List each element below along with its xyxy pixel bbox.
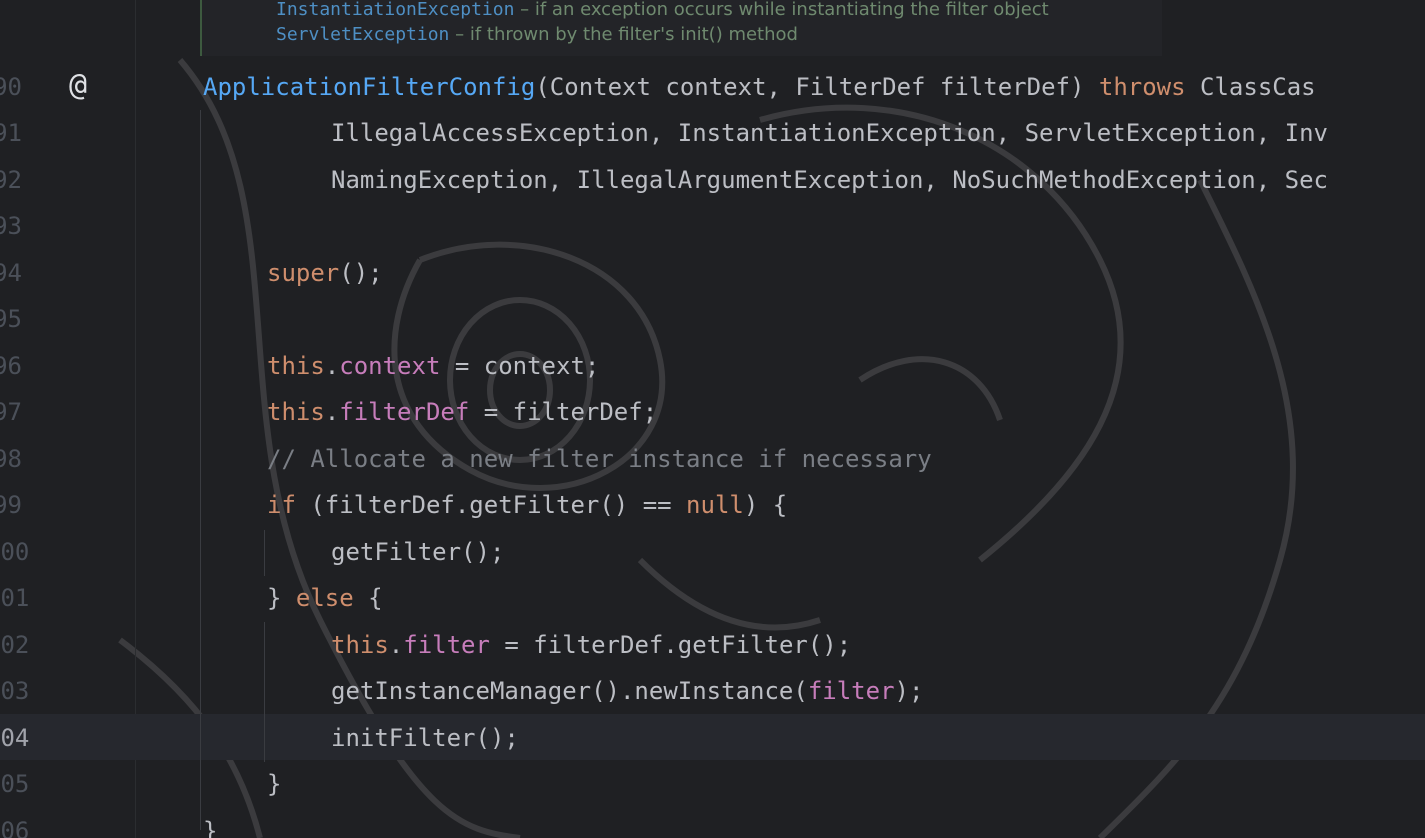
code-editor[interactable]: InstantiationException – if an exception… <box>0 0 1425 838</box>
code-token: filter <box>807 677 895 705</box>
code-text: this.filter = filterDef.getFilter(); <box>331 622 851 668</box>
line-number[interactable]: 99 <box>0 482 22 528</box>
code-token: . <box>388 631 404 659</box>
code-token: = filterDef; <box>469 398 658 426</box>
code-token: else <box>295 584 354 612</box>
code-token: (); <box>339 259 383 287</box>
code-text: initFilter(); <box>331 715 519 761</box>
code-text: } <box>267 761 281 807</box>
javadoc-exception-description: – if an exception occurs while instantia… <box>514 0 1049 20</box>
code-line[interactable]: 104 initFilter(); <box>0 715 1425 761</box>
code-text: this.context = context; <box>267 343 599 389</box>
code-token: filter <box>403 631 490 659</box>
line-number[interactable]: 93 <box>0 203 22 249</box>
code-text: NamingException, IllegalArgumentExceptio… <box>331 157 1328 203</box>
code-line[interactable]: 90 ApplicationFilterConfig(Context contex… <box>0 64 1425 110</box>
code-line[interactable]: 103 getInstanceManager().newInstance(filt… <box>0 668 1425 714</box>
code-line[interactable]: 101} else { <box>0 575 1425 621</box>
code-token: . <box>324 352 340 380</box>
line-number[interactable]: 92 <box>0 157 22 203</box>
code-line[interactable]: 105} <box>0 761 1425 807</box>
code-line[interactable]: 92 NamingException, IllegalArgumentExcept… <box>0 157 1425 203</box>
javadoc-throws-item: InstantiationException – if an exception… <box>276 0 1049 20</box>
code-token: getFilter(); <box>331 538 505 566</box>
code-token: } <box>267 584 296 612</box>
code-text: // Allocate a new filter instance if nec… <box>267 436 932 482</box>
code-token: this <box>267 398 325 426</box>
code-token: null <box>686 491 744 519</box>
code-token: ClassCas <box>1185 73 1316 101</box>
code-line[interactable]: 97 this.filterDef = filterDef; <box>0 389 1425 435</box>
code-line[interactable]: 102 this.filter = filterDef.getFilter(); <box>0 622 1425 668</box>
code-text: } else { <box>267 575 383 621</box>
code-text: getFilter(); <box>331 529 504 575</box>
code-token: (Context context, FilterDef filterDef) <box>535 73 1099 101</box>
code-line[interactable]: 99 if (filterDef.getFilter() == null) { <box>0 482 1425 528</box>
code-token: this <box>331 631 389 659</box>
code-text: ApplicationFilterConfig(Context context,… <box>203 64 1316 110</box>
code-token: this <box>267 352 325 380</box>
line-number[interactable]: 90 <box>0 64 22 110</box>
code-token: ); <box>894 677 924 705</box>
code-token: } <box>267 770 282 798</box>
code-token: if <box>267 491 296 519</box>
line-number[interactable]: 100 <box>0 529 29 575</box>
line-number[interactable]: 98 <box>0 436 22 482</box>
javadoc-throws-block: InstantiationException – if an exception… <box>200 0 1162 56</box>
code-text: if (filterDef.getFilter() == null) { <box>267 482 787 528</box>
javadoc-exception-link[interactable]: ServletException <box>276 24 449 45</box>
code-token: = context; <box>440 352 600 380</box>
code-text: } <box>203 808 217 838</box>
line-number[interactable]: 96 <box>0 343 22 389</box>
line-number[interactable]: 104 <box>0 715 29 761</box>
code-text: IllegalAccessException, InstantiationExc… <box>331 110 1328 156</box>
javadoc-exception-description: – if thrown by the filter's init() metho… <box>449 24 798 45</box>
javadoc-exception-link[interactable]: InstantiationException <box>276 0 514 20</box>
code-token: getInstanceManager().newInstance( <box>331 677 808 705</box>
code-token: context <box>339 352 441 380</box>
code-line[interactable]: 94 super(); <box>0 250 1425 296</box>
code-line[interactable]: 100 getFilter(); <box>0 529 1425 575</box>
line-number[interactable]: 91 <box>0 110 22 156</box>
line-number[interactable]: 105 <box>0 761 29 807</box>
code-line[interactable]: 106} <box>0 808 1425 838</box>
line-number[interactable]: 97 <box>0 389 22 435</box>
code-text: super(); <box>267 250 383 296</box>
code-token: = filterDef.getFilter(); <box>489 631 852 659</box>
line-number[interactable]: 101 <box>0 575 29 621</box>
code-text: this.filterDef = filterDef; <box>267 389 657 435</box>
javadoc-throws-item: ServletException – if thrown by the filt… <box>276 24 798 45</box>
code-line[interactable]: 96 this.context = context; <box>0 343 1425 389</box>
code-token: (filterDef.getFilter() == <box>295 491 687 519</box>
code-line[interactable]: 91 IllegalAccessException, InstantiationE… <box>0 110 1425 156</box>
code-text: getInstanceManager().newInstance(filter)… <box>331 668 923 714</box>
code-token: NamingException, IllegalArgumentExceptio… <box>331 166 1328 194</box>
code-token: ApplicationFilterConfig <box>203 73 536 101</box>
code-token: super <box>267 259 340 287</box>
code-token: // Allocate a new filter instance if nec… <box>267 445 932 473</box>
code-token: initFilter(); <box>331 724 519 752</box>
code-token: . <box>324 398 340 426</box>
line-number[interactable]: 94 <box>0 250 22 296</box>
code-token: IllegalAccessException, InstantiationExc… <box>331 119 1328 147</box>
code-token: } <box>203 817 218 838</box>
code-line[interactable]: 98 // Allocate a new filter instance if n… <box>0 436 1425 482</box>
code-token: filterDef <box>339 398 470 426</box>
code-line[interactable]: 95 <box>0 296 1425 342</box>
line-number[interactable]: 95 <box>0 296 22 342</box>
code-token: ) { <box>743 491 788 519</box>
code-token: { <box>353 584 383 612</box>
line-number[interactable]: 106 <box>0 808 29 838</box>
code-token: throws <box>1098 73 1186 101</box>
line-number[interactable]: 102 <box>0 622 29 668</box>
line-number[interactable]: 103 <box>0 668 29 714</box>
code-line[interactable]: 93 <box>0 203 1425 249</box>
